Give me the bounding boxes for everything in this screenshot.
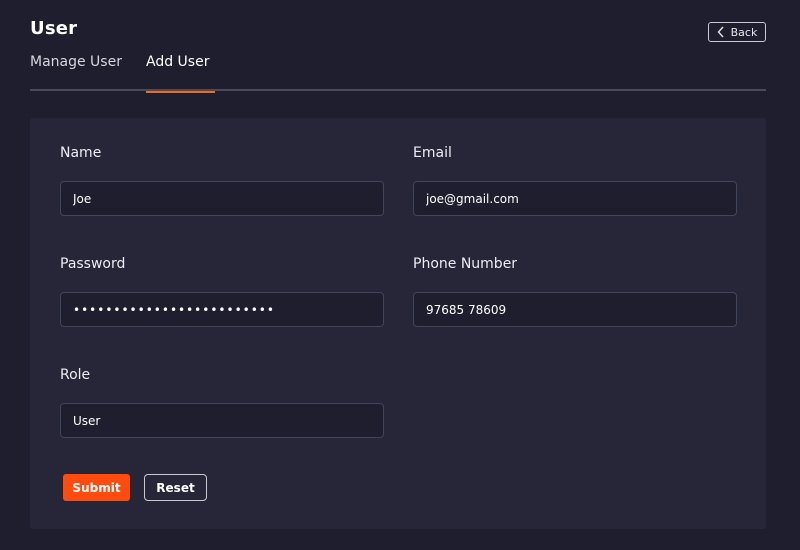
email-input[interactable] [413,181,737,216]
phone-number-input[interactable] [413,292,737,327]
password-input[interactable] [60,292,384,327]
page-title: User [30,18,78,39]
chevron-left-icon [717,26,725,38]
password-label: Password [60,256,126,272]
add-user-form: Name Email Password Phone Number Role Su… [30,118,766,529]
role-label: Role [60,367,91,383]
tab-add-user[interactable]: Add User [146,54,215,93]
back-button-label: Back [730,25,758,39]
name-label: Name [60,145,102,161]
name-input[interactable] [60,181,384,216]
back-button[interactable]: Back [708,22,766,42]
role-input[interactable] [60,403,384,438]
reset-button[interactable]: Reset [144,474,207,501]
phone-number-label: Phone Number [413,256,518,272]
submit-button[interactable]: Submit [63,474,130,501]
tab-bar: Manage User Add User [30,50,766,93]
email-label: Email [413,145,452,161]
tab-manage-user[interactable]: Manage User [30,54,122,91]
